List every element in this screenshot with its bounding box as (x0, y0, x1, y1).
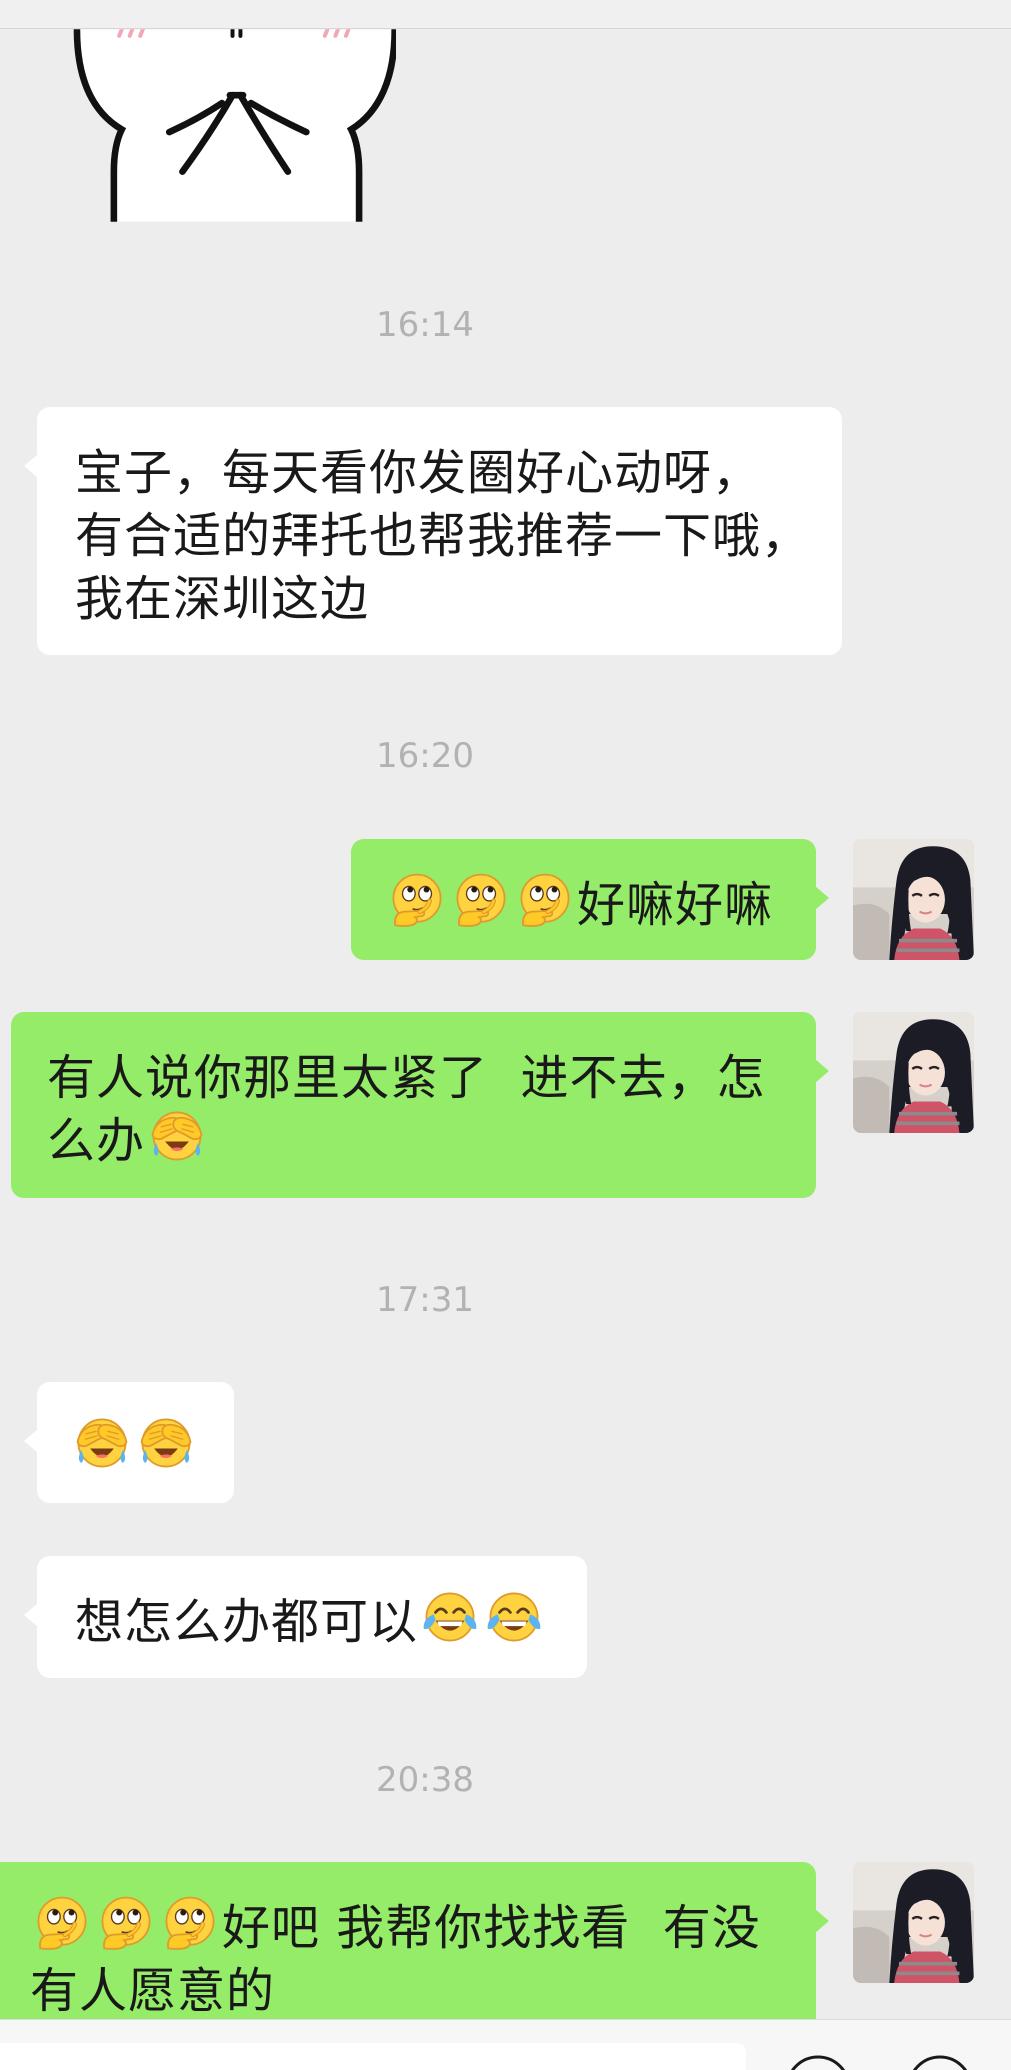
message-text: 有人说你那里太紧了 进不去，怎 (47, 1049, 766, 1106)
message-text: 想怎么办都可以 (75, 1593, 419, 1650)
input-bar (0, 2019, 1011, 2070)
bubble-tail (815, 886, 829, 910)
clever-emoji-icon (452, 871, 510, 929)
tears-of-joy-emoji-icon (422, 1591, 478, 1642)
facepalm-emoji-icon (76, 1418, 128, 1467)
message-text: 有合适的拜托也帮我推荐一下哦， (75, 507, 811, 564)
message-bubble-sent[interactable]: 好嘛好嘛 (351, 839, 829, 960)
avatar-photo (853, 839, 974, 960)
message-bubble-sent[interactable]: 有人说你那里太紧了 进不去，怎 么办 (11, 1012, 829, 1198)
message-bubble-received[interactable]: 想怎么办都可以 (24, 1556, 587, 1678)
bubble-tail (815, 1909, 829, 1933)
facepalm-emoji-icon (151, 1111, 203, 1160)
clever-emoji-icon (161, 1894, 219, 1952)
message-text: 宝子，每天看你发圈好心动呀， (75, 444, 762, 501)
avatar-photo (853, 1012, 974, 1133)
hands-together-sticker-icon[interactable] (73, 29, 396, 222)
bubble-tail (24, 454, 38, 478)
timestamp: 20:38 (376, 1760, 474, 1800)
message-line: 好嘛好嘛 (385, 868, 816, 933)
bubble-tail (24, 1429, 38, 1453)
navigation-bar-edge (0, 0, 1011, 29)
clever-emoji-icon (516, 871, 574, 929)
facepalm-emoji-icon (140, 1418, 192, 1467)
emoji-button-icon[interactable] (784, 2052, 852, 2070)
message-line: 宝子，每天看你发圈好心动呀， (75, 436, 842, 501)
message-line: 么办 (47, 1104, 816, 1169)
clever-emoji-icon (388, 871, 446, 929)
message-line: 好吧 我帮你找找看 有没 (30, 1891, 816, 1956)
tears-of-joy-emoji-icon (486, 1591, 542, 1642)
timestamp: 17:31 (376, 1280, 474, 1320)
message-line: 有人愿意的 (30, 1954, 816, 2019)
message-text: 好嘛好嘛 (577, 876, 774, 933)
message-bubble-received[interactable]: 宝子，每天看你发圈好心动呀， 有合适的拜托也帮我推荐一下哦， 我在深圳这边 (24, 407, 842, 655)
add-button-icon[interactable] (906, 2052, 974, 2070)
my-avatar[interactable] (853, 1862, 974, 1983)
timestamp: 16:20 (376, 736, 474, 776)
timestamp: 16:14 (376, 305, 474, 345)
message-input[interactable] (0, 2043, 746, 2070)
message-line: 我在深圳这边 (75, 562, 842, 627)
message-text: 好吧 我帮你找找看 有没 (222, 1899, 761, 1956)
bubble-tail (815, 1059, 829, 1083)
my-avatar[interactable] (853, 1012, 974, 1133)
message-text: 么办 (47, 1112, 146, 1169)
clever-emoji-icon (97, 1894, 155, 1952)
message-bubble-received[interactable] (24, 1382, 234, 1503)
message-line (70, 1411, 234, 1474)
avatar-photo (853, 1862, 974, 1983)
message-text: 我在深圳这边 (75, 570, 370, 627)
bubble-tail (24, 1603, 38, 1627)
message-line: 想怎么办都可以 (75, 1585, 587, 1650)
my-avatar[interactable] (853, 839, 974, 960)
message-text: 有人愿意的 (30, 1962, 276, 2019)
clever-emoji-icon (33, 1894, 91, 1952)
message-line: 有合适的拜托也帮我推荐一下哦， (75, 499, 842, 564)
chat-screen: 16:14 宝子，每天看你发圈好心动呀， 有合适的拜托也帮我推荐一下哦， 我在深… (0, 0, 1011, 2070)
message-line: 有人说你那里太紧了 进不去，怎 (47, 1041, 816, 1106)
